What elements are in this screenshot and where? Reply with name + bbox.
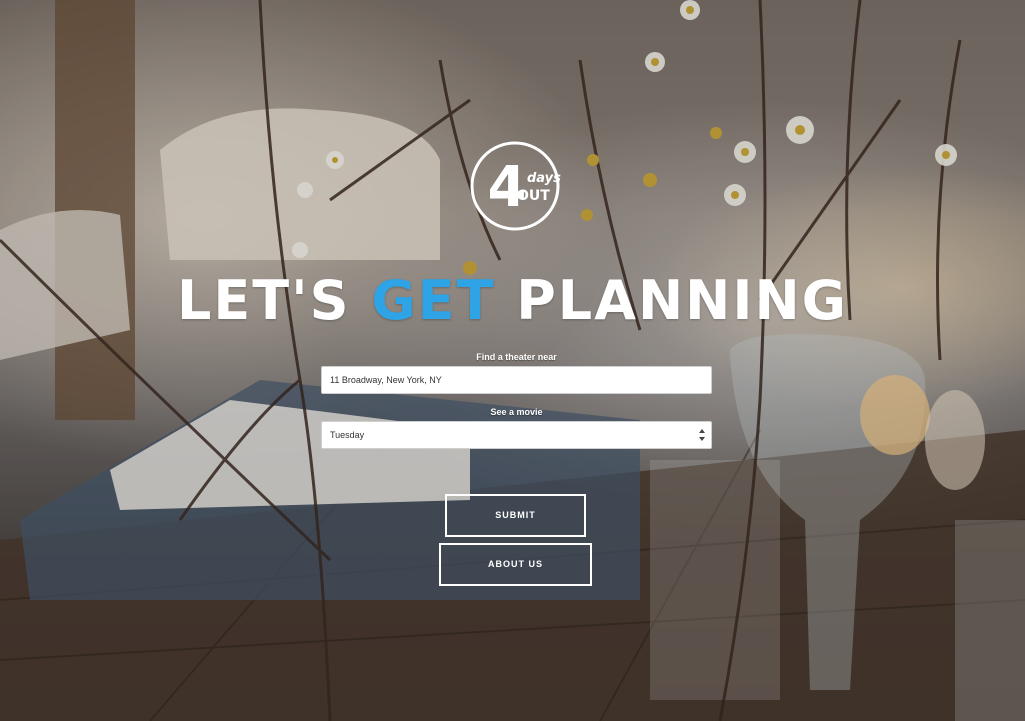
about-us-button[interactable]: ABOUT US [439, 543, 592, 586]
4-days-out-logo-icon: 4 days OUT [470, 141, 561, 231]
movie-select[interactable]: Tuesday [321, 421, 712, 449]
submit-button[interactable]: SUBMIT [445, 494, 586, 537]
hero-section: 4 days OUT LET'S GET PLANNING Find a the… [0, 0, 1025, 721]
theater-label: Find a theater near [476, 352, 557, 362]
headline: LET'S GET PLANNING [0, 268, 1025, 334]
movie-label: See a movie [490, 407, 543, 417]
headline-accent: GET [371, 269, 496, 332]
headline-part2: PLANNING [495, 269, 848, 332]
movie-select-value: Tuesday [330, 430, 365, 440]
theater-input[interactable] [330, 375, 703, 385]
headline-part1: LET'S [177, 269, 372, 332]
logo-word-top: days [527, 171, 561, 186]
theater-field[interactable] [321, 366, 712, 394]
logo-word-bottom: OUT [517, 188, 550, 204]
logo[interactable]: 4 days OUT [469, 140, 561, 232]
select-arrows-icon [699, 429, 705, 441]
